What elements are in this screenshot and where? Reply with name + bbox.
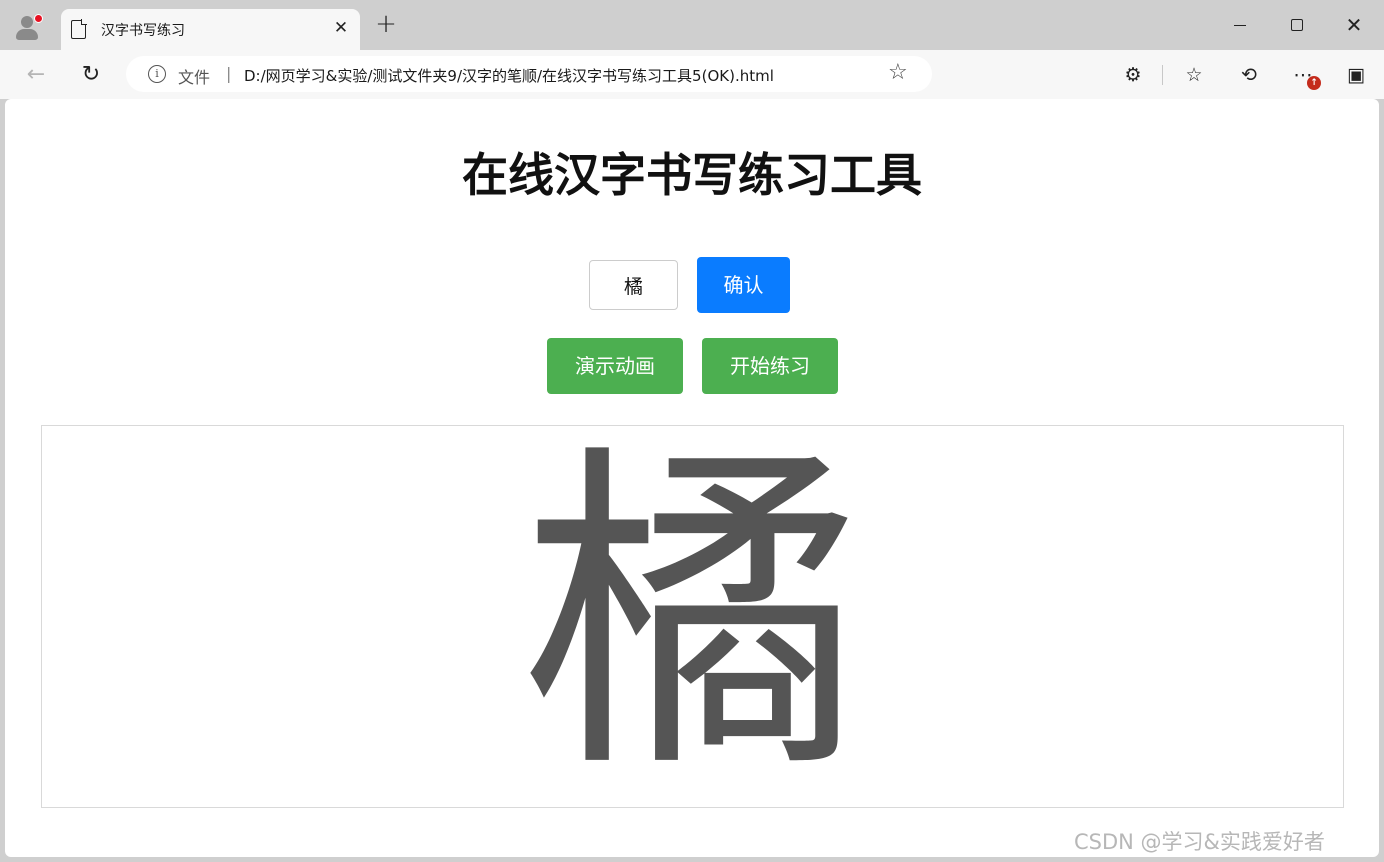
character-display: 橘 bbox=[522, 418, 863, 814]
browser-tab-active[interactable]: 汉字书写练习 ✕ bbox=[61, 9, 360, 50]
page-title: 在线汉字书写练习工具 bbox=[462, 148, 922, 202]
address-url[interactable]: D:/网页学习&实验/测试文件夹9/汉字的笔顺/在线汉字书写练习工具5(OK).… bbox=[244, 65, 774, 86]
confirm-button[interactable]: 确认 bbox=[697, 257, 790, 313]
minimize-button[interactable] bbox=[1220, 10, 1260, 40]
favorites-list-icon[interactable]: ☆ bbox=[1181, 62, 1207, 88]
sidebar-toggle-icon[interactable]: ▣ bbox=[1343, 62, 1369, 88]
history-icon[interactable]: ⟲ bbox=[1236, 62, 1262, 88]
close-window-button[interactable]: ✕ bbox=[1334, 10, 1374, 40]
title-bar: 汉字书写练习 ✕ + ✕ bbox=[0, 0, 1384, 50]
extensions-puzzle-icon[interactable]: ⚙ bbox=[1120, 62, 1146, 88]
maximize-button[interactable] bbox=[1277, 10, 1317, 40]
profile-alert-dot bbox=[34, 14, 43, 23]
address-scheme-label: 文件 bbox=[178, 68, 211, 87]
document-icon bbox=[71, 19, 87, 39]
notification-badge: ↑ bbox=[1307, 76, 1321, 90]
watermark-text: CSDN @学习&实践爱好者 bbox=[1074, 830, 1325, 854]
reload-icon[interactable]: ↻ bbox=[77, 61, 105, 89]
toolbar-divider bbox=[1162, 65, 1163, 85]
back-arrow-icon[interactable]: ← bbox=[22, 61, 50, 89]
address-separator: | bbox=[226, 64, 232, 83]
tab-title: 汉字书写练习 bbox=[101, 23, 185, 39]
new-tab-button[interactable]: + bbox=[374, 11, 398, 37]
info-icon[interactable]: i bbox=[148, 65, 166, 83]
address-bar[interactable]: i 文件 | D:/网页学习&实验/测试文件夹9/汉字的笔顺/在线汉字书写练习工… bbox=[126, 56, 932, 92]
profile-avatar-icon[interactable] bbox=[12, 12, 43, 42]
minimize-icon bbox=[1234, 25, 1246, 27]
start-practice-button[interactable]: 开始练习 bbox=[702, 338, 838, 394]
character-input[interactable] bbox=[589, 260, 678, 310]
tab-close-icon[interactable]: ✕ bbox=[331, 18, 351, 38]
page-viewport: 在线汉字书写练习工具 确认 演示动画 开始练习 橘 bbox=[5, 99, 1379, 857]
writing-canvas[interactable]: 橘 bbox=[41, 425, 1344, 808]
browser-toolbar: ← ↻ i 文件 | D:/网页学习&实验/测试文件夹9/汉字的笔顺/在线汉字书… bbox=[0, 50, 1384, 99]
demo-animation-button[interactable]: 演示动画 bbox=[547, 338, 683, 394]
maximize-icon bbox=[1291, 19, 1303, 31]
favorite-star-icon[interactable]: ☆ bbox=[888, 60, 908, 85]
